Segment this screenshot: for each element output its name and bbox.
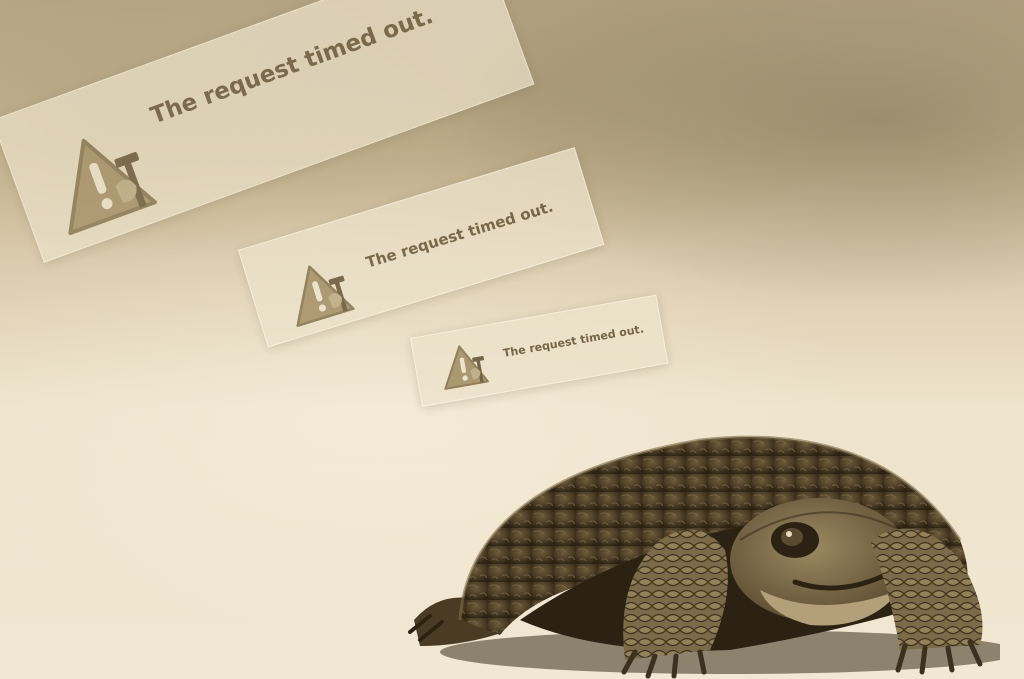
alert-message: The request timed out. — [501, 322, 645, 360]
warning-triangle-icon — [444, 345, 489, 390]
turtle-illustration — [408, 435, 1000, 679]
warning-triangle-icon — [296, 265, 355, 327]
alert-message: The request timed out. — [363, 197, 556, 272]
warning-triangle-icon — [68, 138, 157, 236]
sepia-photo-scene: The request timed out. The request timed… — [0, 0, 1024, 679]
